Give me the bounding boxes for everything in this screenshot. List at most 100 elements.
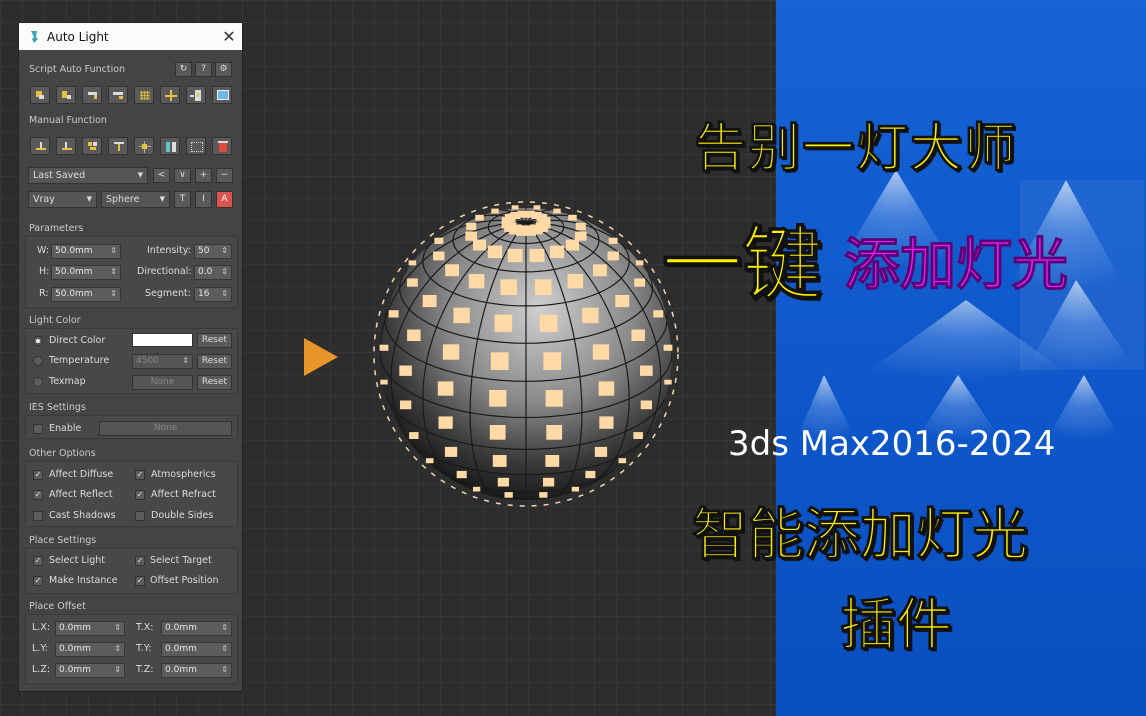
affect-diffuse-checkbox[interactable]: ✓	[33, 470, 43, 480]
auto-light-grid-icon[interactable]	[134, 86, 154, 104]
manual-align-top-icon[interactable]	[108, 137, 128, 155]
auto-light-image-icon[interactable]	[212, 86, 232, 104]
remove-button[interactable]: −	[216, 168, 233, 183]
light-square	[592, 344, 610, 360]
segment-label: Segment:	[145, 288, 191, 299]
spinner-icon: ⇕	[221, 665, 228, 674]
renderer-dropdown[interactable]: Vray ▼	[28, 191, 97, 208]
ies-enable-checkbox[interactable]	[33, 424, 43, 434]
add-button[interactable]: +	[195, 168, 212, 183]
tx-spinner[interactable]: 0.0mm ⇕	[161, 621, 232, 636]
select-target-checkbox[interactable]: ✓	[135, 556, 145, 566]
prev-button[interactable]: <	[153, 168, 170, 183]
light-square	[388, 310, 399, 318]
ty-spinner[interactable]: 0.0mm ⇕	[161, 642, 232, 657]
affect-reflect-checkbox[interactable]: ✓	[33, 490, 43, 500]
affect-diffuse-label: Affect Diffuse	[49, 469, 114, 480]
lz-label: L.Z:	[32, 664, 51, 675]
lx-spinner[interactable]: 0.0mm ⇕	[55, 621, 125, 636]
help-icon[interactable]: ?	[195, 62, 212, 77]
r-value: 50.0mm	[55, 289, 93, 299]
manual-center-icon[interactable]	[134, 137, 154, 155]
light-square	[565, 239, 579, 251]
down-button[interactable]: ∨	[174, 168, 191, 183]
select-light-checkbox[interactable]: ✓	[33, 556, 43, 566]
direct-color-radio[interactable]	[33, 336, 43, 346]
light-square	[468, 274, 485, 289]
intensity-spinner[interactable]: 50 ⇕	[194, 244, 232, 259]
light-square	[437, 381, 454, 396]
reset-temperature-button[interactable]: Reset	[197, 354, 232, 369]
light-square	[507, 248, 523, 263]
light-square	[594, 446, 608, 457]
double-sides-label: Double Sides	[151, 510, 214, 521]
light-square	[539, 314, 558, 332]
close-icon[interactable]: ✕	[216, 27, 242, 46]
other-options-title: Other Options	[29, 448, 96, 459]
mode-i-button[interactable]: I	[195, 191, 212, 208]
cast-shadows-checkbox[interactable]	[33, 511, 43, 521]
manual-columns-icon[interactable]	[160, 137, 180, 155]
manual-align-left-icon[interactable]	[56, 137, 76, 155]
double-sides-checkbox[interactable]	[135, 511, 145, 521]
spinner-icon: ⇕	[110, 267, 117, 276]
auto-light-edge-icon[interactable]	[108, 86, 128, 104]
light-square	[633, 432, 643, 439]
light-square	[490, 352, 509, 370]
r-spinner[interactable]: 50.0mm ⇕	[51, 287, 121, 302]
shape-dropdown[interactable]: Sphere ▼	[101, 191, 170, 208]
ly-spinner[interactable]: 0.0mm ⇕	[55, 642, 125, 657]
texmap-button[interactable]: None	[132, 375, 193, 390]
auto-light-panel-icon[interactable]	[186, 86, 206, 104]
mode-a-button[interactable]: A	[216, 191, 233, 208]
spinner-icon: ⇕	[221, 644, 228, 653]
auto-light-cross-icon[interactable]	[160, 86, 180, 104]
make-instance-checkbox[interactable]: ✓	[33, 576, 43, 586]
reset-color-button[interactable]: Reset	[197, 333, 232, 348]
offset-position-checkbox[interactable]: ✓	[135, 576, 145, 586]
manual-distribute-icon[interactable]	[82, 137, 102, 155]
w-spinner[interactable]: 50.0mm ⇕	[51, 244, 121, 259]
light-square	[489, 425, 506, 440]
auto-light-corner-icon[interactable]	[82, 86, 102, 104]
select-target-label: Select Target	[150, 555, 212, 566]
directional-label: Directional:	[137, 266, 192, 277]
reset-texmap-button[interactable]: Reset	[197, 375, 232, 390]
lz-spinner[interactable]: 0.0mm ⇕	[55, 663, 125, 678]
spinner-icon: ⇕	[114, 644, 121, 653]
manual-delete-icon[interactable]	[212, 137, 232, 155]
directional-spinner[interactable]: 0.0 ⇕	[194, 265, 232, 280]
spinner-icon: ⇕	[221, 267, 228, 276]
panel-titlebar[interactable]: Auto Light ✕	[19, 23, 242, 50]
auto-light-top-icon[interactable]	[56, 86, 76, 104]
temperature-radio[interactable]	[33, 356, 43, 366]
spinner-icon: ⇕	[110, 289, 117, 298]
atmospherics-checkbox[interactable]: ✓	[135, 470, 145, 480]
preset-dropdown[interactable]: Last Saved ▼	[28, 167, 148, 184]
affect-refract-checkbox[interactable]: ✓	[135, 490, 145, 500]
manual-grid-outline-icon[interactable]	[186, 137, 206, 155]
renderer-label: Vray	[33, 194, 55, 205]
refresh-icon[interactable]: ↻	[175, 62, 192, 77]
light-square	[408, 260, 417, 266]
light-color-title: Light Color	[29, 315, 81, 326]
spinner-icon: ⇕	[221, 623, 228, 632]
ies-file-button[interactable]: None	[99, 421, 232, 436]
segment-spinner[interactable]: 16 ⇕	[194, 287, 232, 302]
texmap-radio[interactable]	[33, 377, 43, 387]
temperature-spinner[interactable]: 4500 ⇕	[132, 354, 193, 369]
mode-t-button[interactable]: T	[174, 191, 191, 208]
light-square	[640, 400, 652, 410]
segment-value: 16	[198, 289, 210, 299]
app-icon	[31, 30, 38, 43]
settings-icon[interactable]: ⚙	[215, 62, 232, 77]
auto-light-top-left-icon[interactable]	[30, 86, 50, 104]
tz-label: T.Z:	[136, 664, 154, 675]
ly-label: L.Y:	[32, 643, 49, 654]
h-spinner[interactable]: 50.0mm ⇕	[51, 265, 121, 280]
tz-spinner[interactable]: 0.0mm ⇕	[161, 663, 232, 678]
color-swatch[interactable]	[132, 333, 193, 347]
manual-align-bottom-icon[interactable]	[30, 137, 50, 155]
spinner-icon: ⇕	[114, 665, 121, 674]
light-square	[500, 279, 517, 296]
